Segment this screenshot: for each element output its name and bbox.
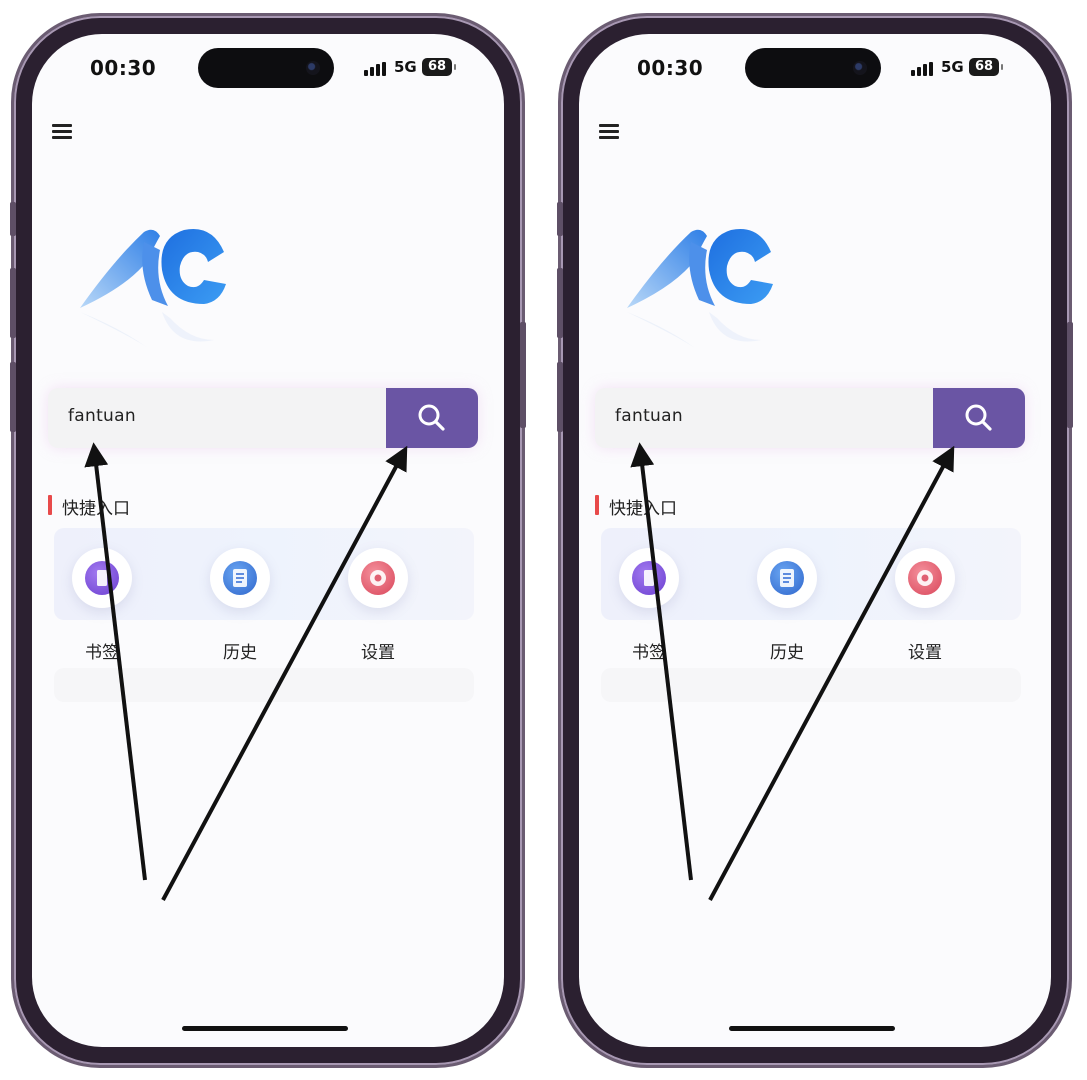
volume-up-button — [557, 268, 563, 338]
history-icon — [757, 548, 817, 608]
menu-icon[interactable] — [599, 124, 619, 140]
camera-icon — [853, 61, 867, 75]
signal-icon — [364, 62, 390, 76]
search-bar: fantuan — [595, 388, 1025, 448]
history-icon — [210, 548, 270, 608]
search-icon — [418, 404, 445, 431]
quick-item-label: 历史 — [770, 643, 804, 663]
search-button[interactable] — [386, 388, 478, 448]
search-icon — [965, 404, 992, 431]
phone-frame-right: 00:30 5G 68 fantuan 快捷入口 书签 历史 设置 — [557, 16, 1073, 1065]
quick-item-bookmarks[interactable]: 书签 — [599, 548, 699, 668]
camera-icon — [306, 61, 320, 75]
quick-item-label: 历史 — [223, 643, 257, 663]
dynamic-island — [198, 48, 334, 88]
home-indicator[interactable] — [729, 1026, 895, 1031]
volume-up-button — [10, 268, 16, 338]
phone-frame-left: 00:30 5G 68 fantuan 快捷入口 书签 历史 设置 — [10, 16, 526, 1065]
power-button — [520, 322, 526, 428]
battery-icon: 68 — [422, 58, 456, 76]
quick-item-bookmarks[interactable]: 书签 — [52, 548, 152, 668]
dynamic-island — [745, 48, 881, 88]
status-time: 00:30 — [90, 56, 157, 80]
quick-item-label: 书签 — [85, 643, 119, 663]
search-bar: fantuan — [48, 388, 478, 448]
section-accent-bar — [595, 495, 599, 515]
quick-item-history[interactable]: 历史 — [190, 548, 290, 668]
signal-icon — [911, 62, 937, 76]
search-input[interactable]: fantuan — [615, 406, 683, 426]
home-indicator[interactable] — [182, 1026, 348, 1031]
section-title-text: 快捷入口 — [609, 499, 677, 519]
menu-icon[interactable] — [52, 124, 72, 140]
bookmark-icon — [72, 548, 132, 608]
network-label: 5G — [394, 58, 417, 76]
quick-item-label: 书签 — [632, 643, 666, 663]
section-title-text: 快捷入口 — [62, 499, 130, 519]
quick-item-settings[interactable]: 设置 — [875, 548, 975, 668]
app-logo — [80, 228, 226, 348]
settings-icon — [348, 548, 408, 608]
app-logo — [627, 228, 773, 348]
status-time: 00:30 — [637, 56, 704, 80]
battery-icon: 68 — [969, 58, 1003, 76]
screen: 00:30 5G 68 fantuan 快捷入口 书签 历史 设置 — [579, 34, 1051, 1047]
quick-item-history[interactable]: 历史 — [737, 548, 837, 668]
volume-down-button — [10, 362, 16, 432]
settings-icon — [895, 548, 955, 608]
action-button — [557, 202, 563, 236]
power-button — [1067, 322, 1073, 428]
section-accent-bar — [48, 495, 52, 515]
bookmark-icon — [619, 548, 679, 608]
search-input[interactable]: fantuan — [68, 406, 136, 426]
quick-access-panel-footer — [601, 668, 1021, 702]
action-button — [10, 202, 16, 236]
network-label: 5G — [941, 58, 964, 76]
quick-access-panel-footer — [54, 668, 474, 702]
search-button[interactable] — [933, 388, 1025, 448]
volume-down-button — [557, 362, 563, 432]
quick-item-settings[interactable]: 设置 — [328, 548, 428, 668]
screen: 00:30 5G 68 fantuan 快捷入口 书签 历史 设置 — [32, 34, 504, 1047]
quick-item-label: 设置 — [361, 643, 395, 663]
quick-item-label: 设置 — [908, 643, 942, 663]
